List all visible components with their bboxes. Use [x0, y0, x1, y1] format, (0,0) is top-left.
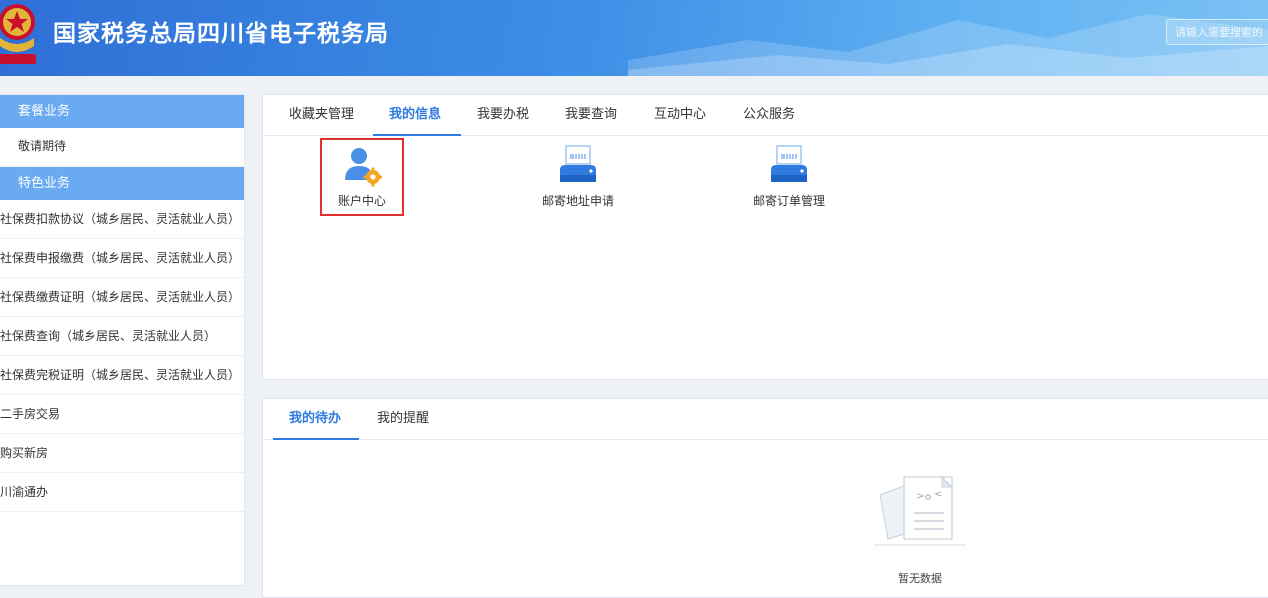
service-label: 账户中心	[337, 194, 386, 208]
todo-panel: 我的待办 我的提醒	[262, 398, 1268, 598]
service-mail-address-apply[interactable]: 邮寄地址申请	[533, 144, 623, 209]
tab-interaction[interactable]: 互动中心	[654, 95, 706, 135]
tab-handle-tax[interactable]: 我要办税	[477, 95, 529, 135]
active-tab-underline	[373, 134, 461, 136]
site-header: 国家税务总局四川省电子税务局	[0, 0, 1268, 76]
search-input[interactable]	[1166, 19, 1268, 45]
sidebar-item-second-hand-house[interactable]: 二手房交易	[0, 395, 244, 434]
tab-public-service[interactable]: 公众服务	[743, 95, 795, 135]
sidebar-item-deduction-agreement[interactable]: 社保费扣款协议（城乡居民、灵活就业人员）	[0, 200, 244, 239]
tab-favorites[interactable]: 收藏夹管理	[289, 95, 354, 135]
svg-text:<: <	[934, 489, 942, 500]
empty-text: 暂无数据	[898, 572, 942, 585]
sidebar-section-package[interactable]: 套餐业务	[0, 95, 244, 128]
tab-my-info[interactable]: 我的信息	[389, 95, 441, 135]
tab-my-todo[interactable]: 我的待办	[289, 399, 341, 439]
empty-document-icon: > <	[874, 475, 966, 546]
bottom-tab-bar: 我的待办 我的提醒	[263, 399, 1268, 440]
sidebar-item-sichuan-chongqing[interactable]: 川渝通办	[0, 473, 244, 512]
service-label: 邮寄地址申请	[541, 194, 614, 208]
service-mail-order-manage[interactable]: 邮寄订单管理	[744, 144, 834, 209]
sidebar-item-declare-pay[interactable]: 社保费申报缴费（城乡居民、灵活就业人员）	[0, 239, 244, 278]
my-info-panel: 收藏夹管理 我的信息 我要办税 我要查询 互动中心 公众服务	[262, 94, 1268, 380]
site-title: 国家税务总局四川省电子税务局	[53, 21, 389, 47]
printer-icon	[560, 145, 596, 182]
tax-emblem-icon	[0, 4, 36, 64]
printer-icon	[771, 145, 807, 182]
sidebar-item-payment-certificate[interactable]: 社保费缴费证明（城乡居民、灵活就业人员）	[0, 278, 244, 317]
top-tab-bar: 收藏夹管理 我的信息 我要办税 我要查询 互动中心 公众服务	[263, 95, 1268, 136]
tab-query[interactable]: 我要查询	[565, 95, 617, 135]
sidebar-item-tax-certificate[interactable]: 社保费完税证明（城乡居民、灵活就业人员）	[0, 356, 244, 395]
tab-my-reminder[interactable]: 我的提醒	[377, 399, 429, 439]
svg-text:>: >	[916, 491, 924, 502]
service-account-center[interactable]: 账户中心	[317, 144, 407, 209]
user-gear-icon	[345, 148, 382, 187]
sidebar-item-new-house[interactable]: 购买新房	[0, 434, 244, 473]
active-tab-underline	[273, 438, 359, 440]
sidebar-section-featured[interactable]: 特色业务	[0, 167, 244, 200]
service-label: 邮寄订单管理	[752, 194, 825, 208]
sidebar-item-coming-soon[interactable]: 敬请期待	[0, 128, 244, 167]
sidebar: 套餐业务 敬请期待 特色业务 社保费扣款协议（城乡居民、灵活就业人员） 社保费申…	[0, 94, 245, 586]
sidebar-item-query[interactable]: 社保费查询（城乡居民、灵活就业人员）	[0, 317, 244, 356]
